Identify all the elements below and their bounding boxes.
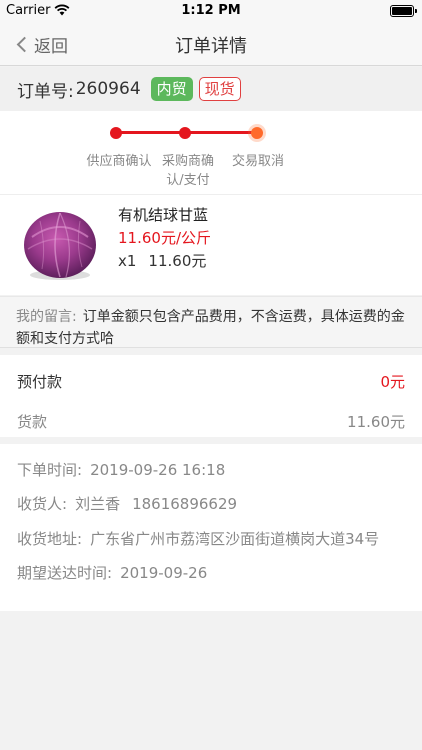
expected-delivery-date: 2019-09-26	[120, 564, 208, 582]
buyer-message: 我的留言: 订单金额只包含产品费用，不含运费，具体运费的金额和支付方式哈	[0, 296, 422, 348]
order-info-section: 下单时间: 2019-09-26 16:18 收货人: 刘兰香 18616896629…	[0, 444, 422, 611]
step-label-line: 采购商确	[161, 154, 214, 169]
payment-section: 预付款 0元 货款 11.60元	[0, 355, 422, 437]
navigation-bar: 返回 订单详情	[0, 22, 422, 66]
order-progress: 供应商确认 采购商确 认/支付 交易取消	[0, 111, 422, 195]
progress-step-dot	[110, 126, 122, 139]
order-time-value: 2019-09-26 16:18	[90, 461, 226, 479]
message-label: 我的留言:	[16, 309, 77, 325]
address-label: 收货地址:	[17, 530, 83, 548]
product-quantity: x1	[118, 252, 137, 270]
order-time-row: 下单时间: 2019-09-26 16:18	[17, 459, 225, 481]
receiver-row: 收货人: 刘兰香 18616896629	[17, 493, 237, 515]
product-unit-price: 11.60元/公斤	[118, 229, 211, 247]
spot-goods-badge: 现货	[198, 77, 241, 101]
clock: 1:12 PM	[181, 3, 241, 18]
receiver-phone[interactable]: 18616896629	[132, 495, 237, 513]
order-number: 260964	[75, 79, 141, 99]
progress-step-dot	[179, 126, 191, 139]
step-label-supplier-confirm: 供应商确认	[86, 154, 152, 169]
product-subtotal: 11.60元	[148, 252, 207, 270]
product-quantity-row: x1 11.60元	[118, 250, 206, 271]
status-bar: Carrier 1:12 PM	[0, 0, 422, 22]
goods-payment-label: 货款	[17, 413, 48, 431]
address-row: 收货地址: 广东省广州市荔湾区沙面街道横岗大道34号	[17, 528, 379, 550]
goods-payment-value: 11.60元	[347, 413, 405, 431]
battery-icon	[390, 5, 417, 17]
prepay-row: 预付款 0元	[17, 371, 405, 393]
receiver-name: 刘兰香	[75, 495, 121, 513]
domestic-trade-badge: 内贸	[150, 77, 193, 101]
order-time-label: 下单时间:	[17, 461, 83, 479]
product-name: 有机结球甘蓝	[118, 206, 209, 224]
progress-step-dot-current	[251, 126, 263, 139]
step-label-cancelled: 交易取消	[231, 154, 284, 169]
page-title: 订单详情	[175, 36, 247, 57]
prepay-value: 0元	[380, 373, 405, 391]
product-item[interactable]: 有机结球甘蓝 11.60元/公斤 x1 11.60元	[0, 195, 422, 295]
goods-payment-row: 货款 11.60元	[17, 411, 405, 433]
step-label-line: 认/支付	[166, 173, 210, 188]
address-value: 广东省广州市荔湾区沙面街道横岗大道34号	[90, 530, 380, 548]
expected-delivery-row: 期望送达时间: 2019-09-26	[17, 562, 207, 584]
order-number-row: 订单号: 260964 内贸 现货	[0, 67, 422, 111]
step-label-buyer-confirm: 采购商确 认/支付	[158, 152, 218, 190]
receiver-label: 收货人:	[17, 495, 68, 513]
expected-delivery-label: 期望送达时间:	[17, 564, 113, 582]
prepay-label: 预付款	[17, 373, 63, 391]
order-number-label: 订单号:	[17, 81, 74, 102]
product-image	[20, 207, 100, 283]
